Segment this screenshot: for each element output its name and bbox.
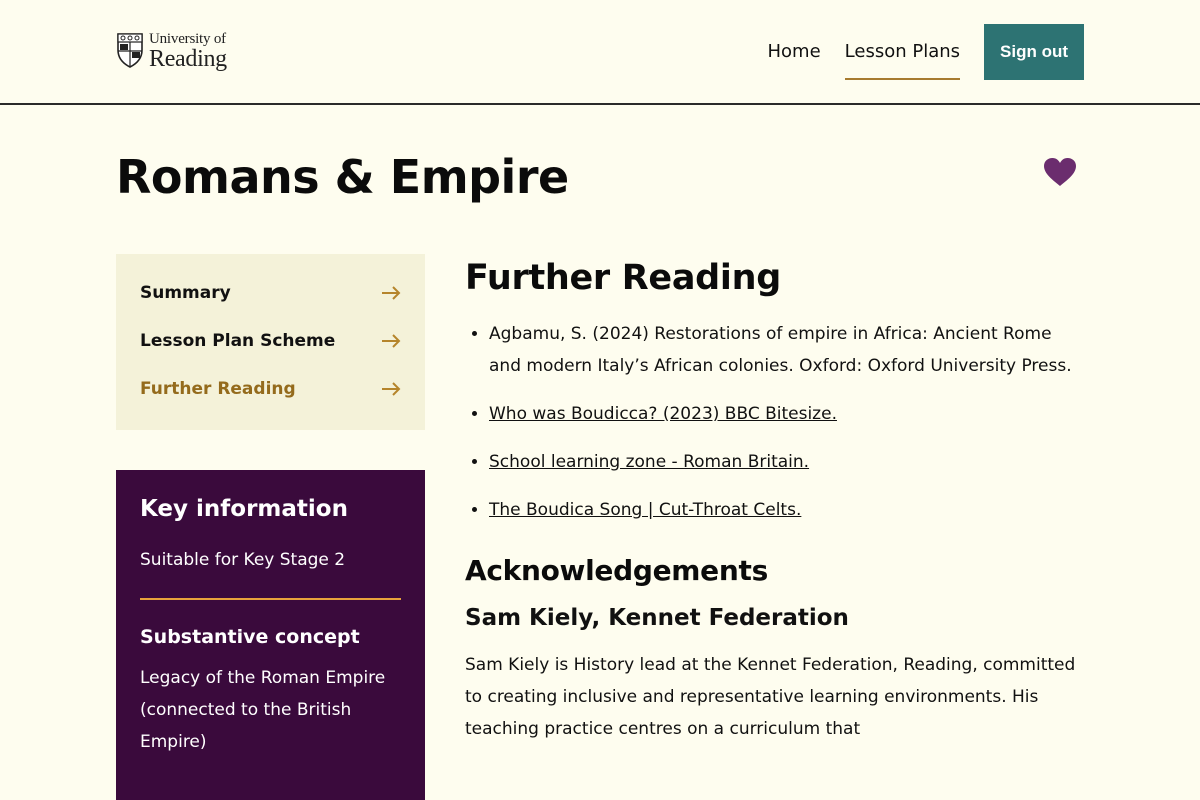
toc-item-label: Summary	[140, 283, 231, 303]
page-title: Romans & Empire	[116, 150, 569, 204]
crest-icon	[117, 33, 143, 68]
main-nav: Home Lesson Plans Sign out	[768, 24, 1084, 80]
reading-link-boudicca-bbc[interactable]: Who was Boudicca? (2023) BBC Bitesize.	[489, 404, 837, 424]
reading-link-boudica-song[interactable]: The Boudica Song | Cut-Throat Celts.	[489, 500, 801, 520]
arrow-right-icon	[382, 334, 401, 348]
arrow-right-icon	[382, 286, 401, 300]
nav-lesson-plans[interactable]: Lesson Plans	[844, 24, 961, 80]
toc-item-lesson-plan-scheme[interactable]: Lesson Plan Scheme	[140, 325, 401, 357]
arrow-right-icon	[382, 382, 401, 396]
divider	[140, 598, 401, 600]
section-nav: Summary Lesson Plan Scheme Further Readi…	[116, 254, 425, 430]
nav-home[interactable]: Home	[768, 24, 821, 80]
toc-item-label: Lesson Plan Scheme	[140, 331, 336, 351]
acknowledgements-heading: Acknowledgements	[465, 554, 768, 587]
list-item: Who was Boudicca? (2023) BBC Bitesize.	[489, 398, 1085, 430]
person-bio: Sam Kiely is History lead at the Kennet …	[465, 655, 1076, 739]
list-item: The Boudica Song | Cut-Throat Celts.	[489, 494, 1085, 526]
toc-item-label: Further Reading	[140, 379, 296, 399]
list-item: Agbamu, S. (2024) Restorations of empire…	[489, 318, 1085, 382]
university-logo[interactable]: University of Reading	[116, 32, 227, 72]
logo-line-2: Reading	[149, 46, 227, 72]
toc-item-summary[interactable]: Summary	[140, 277, 401, 309]
logo-wordmark: University of Reading	[149, 31, 227, 72]
key-information-panel: Key information Suitable for Key Stage 2…	[116, 470, 425, 800]
key-information-title: Key information	[140, 496, 348, 522]
concept-heading: Substantive concept	[140, 626, 360, 648]
reading-list: Agbamu, S. (2024) Restorations of empire…	[465, 318, 1085, 526]
further-reading-heading: Further Reading	[465, 258, 782, 298]
heart-icon[interactable]	[1043, 157, 1077, 187]
reading-link-roman-britain[interactable]: School learning zone - Roman Britain.	[489, 452, 809, 472]
toc-item-further-reading[interactable]: Further Reading	[140, 373, 401, 405]
logo-line-1: University of	[149, 31, 226, 47]
key-stage-text: Suitable for Key Stage 2	[140, 550, 346, 570]
main-content: Further Reading Agbamu, S. (2024) Restor…	[465, 258, 1085, 745]
concept-text: Legacy of the Roman Empire (connected to…	[140, 668, 386, 752]
reading-citation: Agbamu, S. (2024) Restorations of empire…	[489, 324, 1072, 376]
site-header: University of Reading Home Lesson Plans …	[0, 0, 1200, 105]
list-item: School learning zone - Roman Britain.	[489, 446, 1085, 478]
sign-out-button[interactable]: Sign out	[984, 24, 1084, 80]
acknowledged-person: Sam Kiely, Kennet Federation	[465, 605, 849, 631]
